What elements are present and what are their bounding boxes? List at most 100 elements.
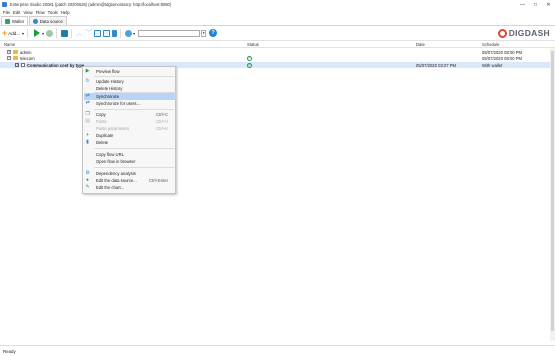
menu-item-duplicate[interactable]: + Duplicate (84, 132, 176, 139)
menu-bar: File Edit View Flow Tools Help (0, 9, 555, 16)
menu-item-synchronize-for-users[interactable]: ⇄ Synchronize for users... (84, 100, 176, 107)
menu-item-label: Delete (96, 140, 109, 145)
toolbar-separator (27, 28, 29, 38)
menu-item-shortcut: Ctrl+Enter (149, 178, 168, 183)
menu-item-label: Copy (96, 112, 106, 117)
menu-item-edit-data-source[interactable]: ● Edit the data source... Ctrl+Enter (84, 177, 176, 184)
vertical-scrollbar[interactable] (550, 48, 555, 341)
menu-item-label: Delete History (96, 86, 123, 91)
share-button[interactable]: ▾ (125, 28, 135, 38)
search-options-button[interactable]: ▾ (201, 29, 207, 37)
collapse-all-button[interactable] (103, 28, 111, 38)
column-status[interactable]: Status (247, 42, 259, 47)
menu-separator (94, 167, 174, 168)
expand-icon[interactable]: + (7, 50, 11, 54)
tab-data-source[interactable]: Data source (28, 16, 67, 25)
menu-item-dependency-analysis[interactable]: ⚙ Dependency analysis (84, 170, 176, 177)
menu-item-label: Dependency analysis (96, 171, 136, 176)
status-text: Ready (3, 349, 16, 354)
menu-item-paste-parameters[interactable]: Paste parameters Ctrl+K (84, 125, 176, 132)
menu-item-label: Synchronize (96, 94, 120, 99)
menu-item-update-history[interactable]: ↻ Update History (84, 78, 176, 85)
play-icon (34, 29, 41, 37)
menu-item-label: Edit the data source... (96, 178, 137, 183)
grid-header: Name Status Date Schedule (0, 41, 555, 48)
menu-item-synchronize[interactable]: ⇄ Synchronize (84, 93, 176, 100)
tab-bar: Wallet Data source (0, 16, 555, 26)
wallet-icon (5, 18, 10, 24)
menu-item-preview-flow[interactable]: ▶ Preview flow (84, 68, 176, 75)
panel-icon (61, 29, 69, 37)
trash-icon (112, 29, 118, 37)
menu-item-copy[interactable]: ❐ Copy Ctrl+C (84, 111, 176, 118)
tab-wallet-label: Wallet (12, 18, 24, 24)
row-schedule: 05/07/2020 08:00 PM (482, 55, 523, 61)
search-input[interactable] (138, 29, 201, 37)
table-row[interactable]: − telecom ✓ 05/07/2020 08:00 PM (0, 55, 555, 61)
chevron-down-icon: ▾ (133, 30, 136, 36)
menu-item-delete[interactable]: ▮ Delete (84, 139, 176, 146)
play-icon: ▶ (85, 69, 90, 74)
menu-flow[interactable]: Flow (36, 10, 45, 15)
menu-item-paste[interactable]: ▤ Paste Ctrl+V (84, 118, 176, 125)
run-button[interactable] (34, 28, 41, 38)
toolbar-separator (120, 28, 122, 38)
stop-icon (46, 29, 54, 37)
help-icon[interactable]: ? (209, 29, 218, 37)
column-date[interactable]: Date (416, 42, 425, 47)
column-name[interactable]: Name (4, 42, 15, 47)
row-schedule: 05/07/2020 08:00 PM (482, 49, 523, 55)
chevron-down-icon: ▾ (202, 31, 205, 35)
app-icon (2, 2, 7, 7)
move-up-button[interactable]: ︿ (76, 28, 83, 38)
menu-item-label: Paste (96, 119, 107, 124)
delete-button[interactable] (112, 28, 118, 38)
window-title: Enterprise Studio 20081 (patch 20200626)… (10, 2, 172, 7)
duplicate-icon: + (86, 133, 89, 138)
menu-edit[interactable]: Edit (13, 10, 20, 15)
scrollbar-thumb[interactable] (551, 51, 554, 331)
collapse-icon[interactable]: − (7, 56, 11, 60)
dependency-icon: ⚙ (85, 171, 90, 176)
view-button[interactable] (61, 28, 69, 38)
collapse-icon (103, 29, 111, 37)
run-options-button[interactable]: ▾ (42, 28, 44, 38)
add-button-label: Add... (8, 30, 21, 36)
menu-file[interactable]: File (3, 10, 10, 15)
menu-item-label: Duplicate (96, 133, 114, 138)
menu-item-edit-chart[interactable]: ✎ Edit the chart... (84, 184, 176, 191)
menu-item-label: Preview flow (96, 69, 120, 74)
row-date: 05/07/2020 03:27 PM (416, 62, 457, 68)
checkbox-icon[interactable]: ✓ (15, 62, 19, 67)
add-button[interactable]: + Add... ▾ (2, 28, 24, 38)
menu-separator (94, 109, 174, 110)
menu-tools[interactable]: Tools (48, 10, 58, 15)
menu-help[interactable]: Help (61, 10, 70, 15)
menu-item-open-flow-in-browser[interactable]: Open flow in browser (84, 158, 176, 165)
menu-item-label: Edit the chart... (96, 185, 125, 190)
menu-item-shortcut: Ctrl+V (156, 119, 168, 124)
folder-icon (13, 50, 18, 54)
column-schedule[interactable]: Schedule (482, 42, 499, 47)
close-button[interactable]: ✕ (542, 0, 555, 9)
move-down-button[interactable]: ﹀ (85, 28, 92, 38)
copy-icon: ❐ (85, 112, 90, 117)
folder-icon (13, 56, 18, 60)
menu-view[interactable]: View (23, 10, 32, 15)
chevron-down-icon: ﹀ (85, 30, 93, 37)
sync-icon: ⇄ (85, 94, 90, 99)
expand-all-button[interactable] (94, 28, 102, 38)
stop-button[interactable] (46, 28, 54, 38)
maximize-button[interactable]: □ (529, 0, 542, 9)
chevron-down-icon: ▾ (22, 30, 25, 36)
menu-item-delete-history[interactable]: Delete History (84, 85, 176, 92)
tab-wallet[interactable]: Wallet (1, 16, 28, 25)
tab-data-source-label: Data source (39, 18, 63, 24)
status-ok-icon: ✓ (247, 62, 252, 68)
menu-item-shortcut: Ctrl+K (156, 126, 168, 131)
menu-item-copy-flow-url[interactable]: Copy flow URL (84, 151, 176, 158)
window-controls: — □ ✕ (516, 0, 555, 9)
minimize-button[interactable]: — (516, 0, 529, 9)
logo-text: DIGDASH (508, 28, 550, 38)
context-menu: ▶ Preview flow ↻ Update History Delete H… (82, 66, 176, 194)
